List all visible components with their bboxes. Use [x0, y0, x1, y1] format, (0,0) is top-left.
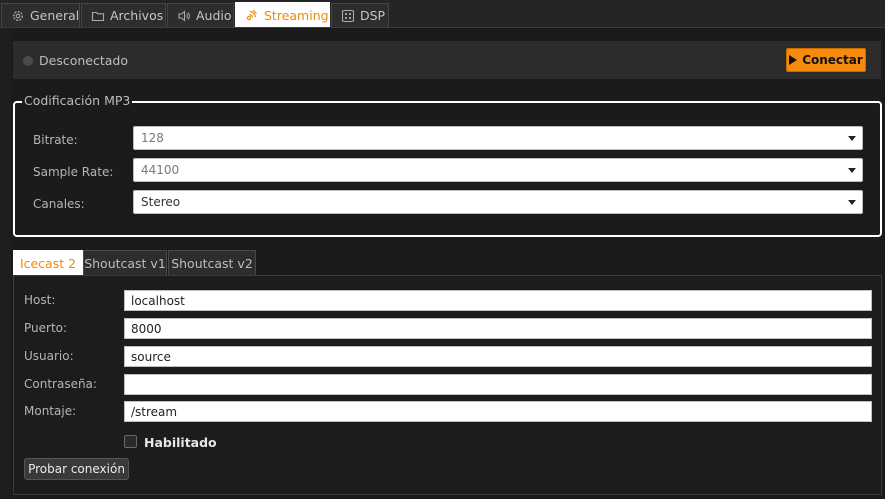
- password-input[interactable]: [124, 374, 872, 395]
- host-input[interactable]: localhost: [124, 290, 872, 311]
- user-input[interactable]: source: [124, 346, 872, 367]
- tab-label: Streaming: [264, 7, 329, 23]
- mount-label: Montaje:: [24, 404, 77, 418]
- test-connection-button[interactable]: Probar conexión: [24, 458, 129, 480]
- channels-label: Canales:: [33, 197, 85, 211]
- dsp-icon: [341, 9, 355, 23]
- connect-button[interactable]: Conectar: [786, 48, 866, 72]
- mount-input[interactable]: /stream: [124, 401, 872, 422]
- chevron-down-icon: [848, 136, 856, 141]
- tab-dsp[interactable]: DSP: [331, 3, 389, 27]
- bitrate-select[interactable]: 128: [133, 126, 863, 150]
- status-indicator-icon: [23, 56, 33, 66]
- password-label: Contraseña:: [24, 377, 97, 391]
- port-input[interactable]: 8000: [124, 318, 872, 339]
- bitrate-value: 128: [141, 131, 164, 145]
- tab-label: DSP: [360, 8, 386, 23]
- tab-label: General: [30, 8, 80, 23]
- enabled-label: Habilitado: [144, 435, 217, 450]
- main-tab-bar: General Archivos Audio Streaming DSP: [0, 0, 885, 28]
- sample-rate-value: 44100: [141, 163, 180, 177]
- user-label: Usuario:: [24, 349, 74, 363]
- play-icon: [789, 55, 798, 65]
- connection-status-text: Desconectado: [39, 53, 128, 68]
- sample-rate-label: Sample Rate:: [33, 165, 114, 179]
- channels-value: Stereo: [141, 195, 181, 209]
- host-label: Host:: [24, 293, 56, 307]
- speaker-icon: [177, 9, 191, 23]
- tab-label: Audio: [196, 8, 232, 23]
- tab-shoutcast-v1[interactable]: Shoutcast v1: [83, 250, 167, 275]
- gear-icon: [11, 9, 25, 23]
- connect-button-label: Conectar: [802, 53, 863, 67]
- tab-general[interactable]: General: [1, 3, 80, 27]
- enabled-checkbox[interactable]: [124, 435, 137, 448]
- broadcast-icon: [245, 8, 259, 22]
- chevron-down-icon: [848, 200, 856, 205]
- connection-status-bar: Desconectado Conectar: [13, 41, 881, 79]
- channels-select[interactable]: Stereo: [133, 190, 863, 214]
- port-label: Puerto:: [24, 321, 68, 335]
- chevron-down-icon: [848, 168, 856, 173]
- tab-shoutcast-v2[interactable]: Shoutcast v2: [168, 250, 256, 275]
- bitrate-label: Bitrate:: [33, 133, 78, 147]
- mp3-group-title: Codificación MP3: [22, 93, 133, 108]
- tab-streaming[interactable]: Streaming: [235, 2, 330, 27]
- tab-audio[interactable]: Audio: [167, 3, 234, 27]
- tab-icecast2[interactable]: Icecast 2: [13, 250, 83, 275]
- sample-rate-select[interactable]: 44100: [133, 158, 863, 182]
- tab-archivos[interactable]: Archivos: [81, 3, 166, 27]
- tab-label: Archivos: [110, 8, 164, 23]
- folder-icon: [91, 9, 105, 23]
